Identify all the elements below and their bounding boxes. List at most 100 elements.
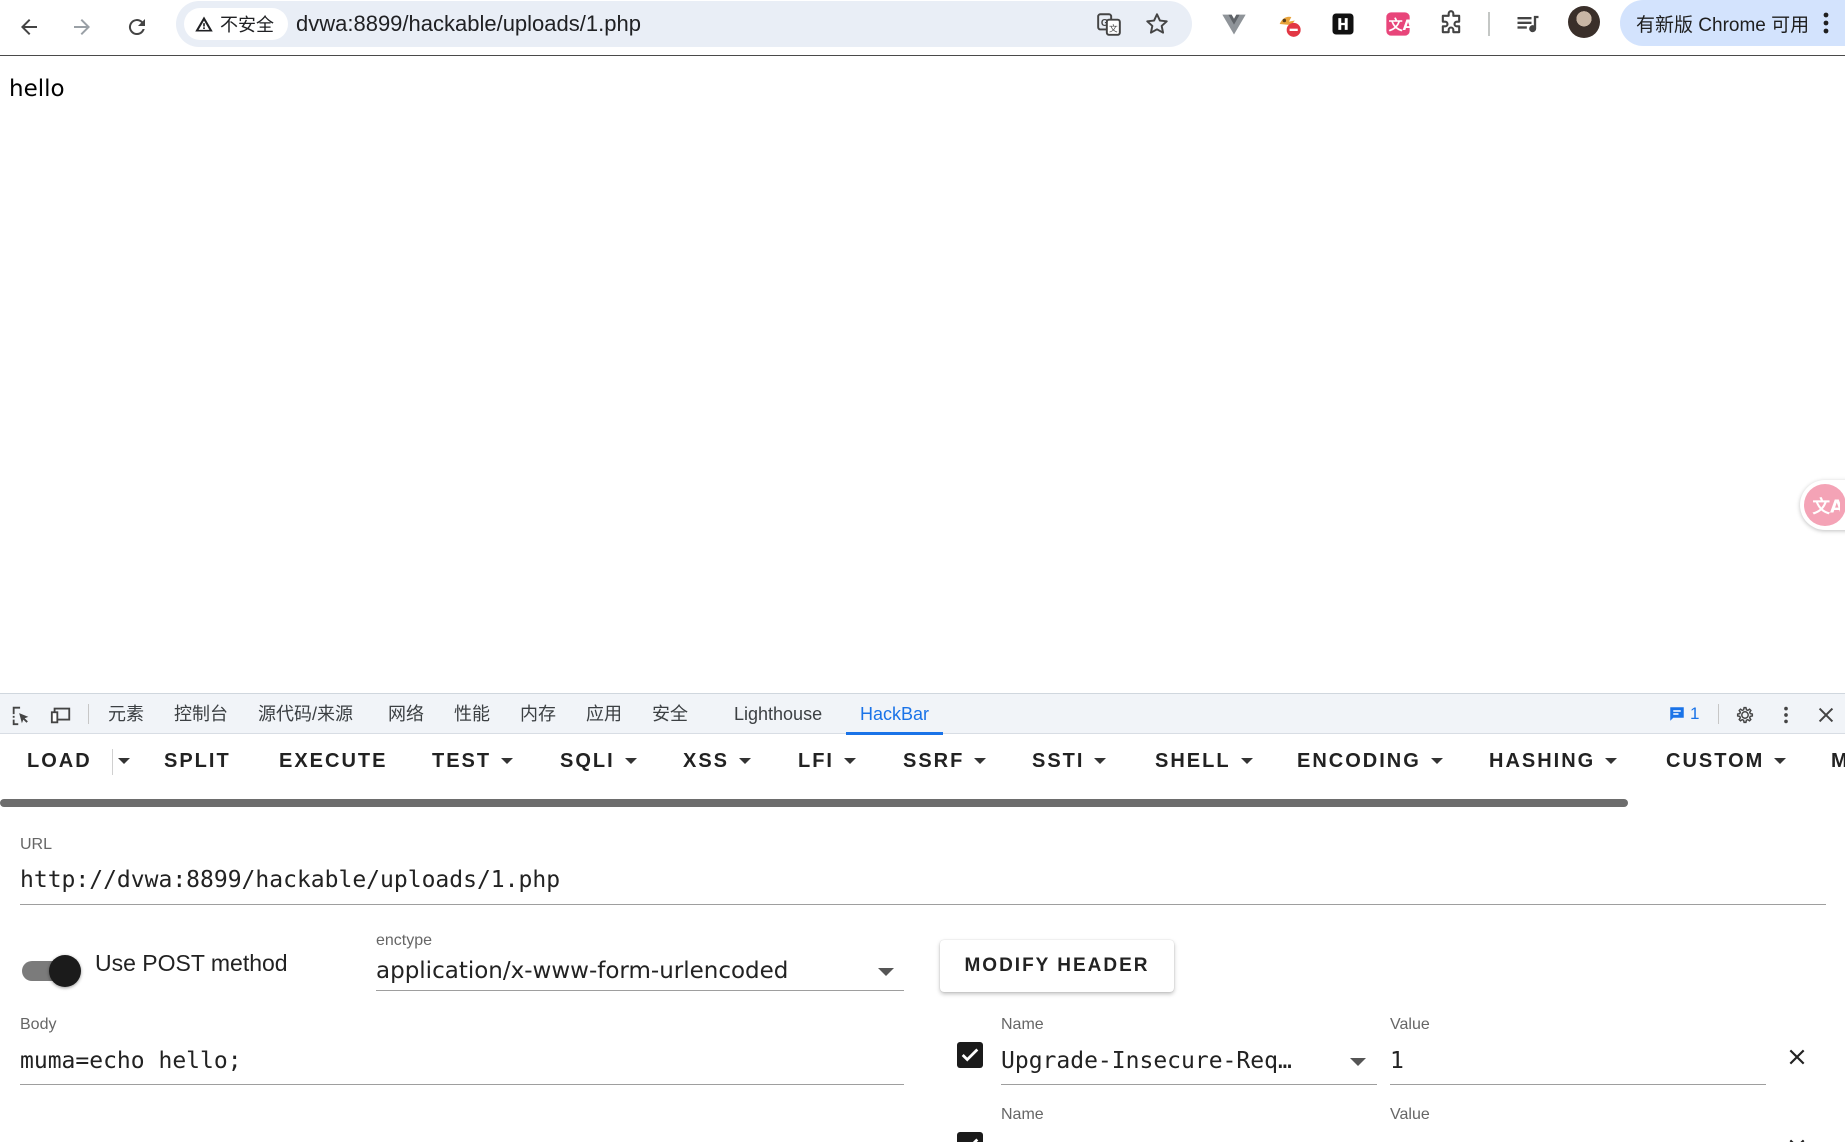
ssrf-menu[interactable]: SSRF xyxy=(903,743,987,779)
arrow-left-icon xyxy=(21,19,37,35)
caret-down-icon xyxy=(844,758,856,764)
tab-hackbar[interactable]: HackBar xyxy=(846,694,944,735)
enctype-dropdown-icon[interactable] xyxy=(878,968,894,976)
inspect-element-button[interactable] xyxy=(8,702,34,728)
security-label: 不安全 xyxy=(220,15,274,35)
back-button[interactable] xyxy=(8,6,50,48)
address-bar[interactable]: 不安全 dvwa:8899/hackable/uploads/1.php G文 xyxy=(176,1,1192,47)
url-text: dvwa:8899/hackable/uploads/1.php xyxy=(296,11,641,36)
issues-count: 1 xyxy=(1690,704,1700,723)
security-indicator[interactable]: 不安全 xyxy=(184,8,288,40)
remove-header-button[interactable] xyxy=(1784,1044,1810,1070)
caret-down-icon xyxy=(739,758,752,764)
devtools-settings-button[interactable] xyxy=(1732,702,1758,728)
forward-button[interactable] xyxy=(61,6,103,48)
google-translate-icon: G文 xyxy=(1097,13,1121,36)
h-letter-icon xyxy=(1332,13,1354,35)
extensions-menu-button[interactable] xyxy=(1435,8,1467,40)
issues-counter[interactable]: 1 xyxy=(1668,703,1699,725)
custom-menu[interactable]: CUSTOM xyxy=(1666,743,1787,779)
load-dropdown-button[interactable] xyxy=(114,743,136,779)
more-menu[interactable]: M xyxy=(1831,743,1845,779)
header-value-input[interactable]: 1 xyxy=(1390,1048,1404,1074)
test-menu[interactable]: TEST xyxy=(432,743,514,779)
ssti-menu[interactable]: SSTI xyxy=(1032,743,1107,779)
tab-divider xyxy=(88,704,89,724)
xss-menu[interactable]: XSS xyxy=(683,743,752,779)
body-input-underline xyxy=(20,1084,904,1085)
tab-network[interactable]: 网络 xyxy=(388,694,424,735)
devtools-more-button[interactable] xyxy=(1773,702,1799,728)
reload-button[interactable] xyxy=(116,6,158,48)
post-method-label: Use POST method xyxy=(95,950,288,976)
chrome-update-button[interactable]: 有新版 Chrome 可用 xyxy=(1620,0,1845,46)
sqli-menu[interactable]: SQLI xyxy=(560,743,637,779)
caret-down-icon xyxy=(1605,758,1618,764)
tab-performance[interactable]: 性能 xyxy=(454,694,490,735)
tab-application[interactable]: 应用 xyxy=(586,694,622,735)
custom-label: CUSTOM xyxy=(1666,749,1765,772)
tab-console[interactable]: 控制台 xyxy=(174,694,228,735)
close-icon xyxy=(1789,1049,1805,1065)
checkmark-icon xyxy=(961,1048,979,1062)
svg-text:文A: 文A xyxy=(1389,17,1412,34)
tab-lighthouse[interactable]: Lighthouse xyxy=(734,694,822,735)
extension-h-button[interactable] xyxy=(1327,8,1359,40)
extension-vue-button[interactable] xyxy=(1218,8,1250,40)
floating-translate-button[interactable]: 文A xyxy=(1800,480,1845,530)
lfi-menu[interactable]: LFI xyxy=(798,743,856,779)
enctype-label: enctype xyxy=(376,932,433,949)
header-value-label: Value xyxy=(1390,1016,1430,1033)
tab-divider xyxy=(1718,704,1719,724)
remove-header-button[interactable] xyxy=(1784,1134,1810,1142)
close-icon xyxy=(1818,707,1834,723)
load-button[interactable]: LOAD xyxy=(27,743,92,779)
enctype-select[interactable]: application/x-www-form-urlencoded xyxy=(376,958,788,984)
extension-translate-button[interactable]: 文A xyxy=(1382,8,1414,40)
caret-down-icon xyxy=(1430,758,1443,764)
modify-header-button[interactable]: MODIFY HEADER xyxy=(940,940,1174,992)
more-label: M xyxy=(1831,749,1845,772)
ssti-label: SSTI xyxy=(1032,749,1085,772)
header-name-dropdown-icon[interactable] xyxy=(1350,1058,1366,1066)
queue-music-icon xyxy=(1517,15,1539,33)
header-value-underline xyxy=(1390,1084,1766,1085)
split-button[interactable]: SPLIT xyxy=(164,743,231,779)
post-method-toggle[interactable] xyxy=(22,952,82,988)
execute-label: EXECUTE xyxy=(279,749,388,772)
encoding-menu[interactable]: ENCODING xyxy=(1297,743,1443,779)
tab-memory[interactable]: 内存 xyxy=(520,694,556,735)
extension-disabled-button[interactable] xyxy=(1273,8,1305,40)
vue-devtools-icon xyxy=(1222,14,1246,35)
caret-down-icon xyxy=(501,758,514,764)
translate-page-button[interactable]: G文 xyxy=(1094,9,1124,39)
execute-button[interactable]: EXECUTE xyxy=(279,743,387,779)
extension-blocked-icon xyxy=(1279,16,1301,37)
close-icon xyxy=(1789,1139,1805,1142)
svg-text:文: 文 xyxy=(1109,23,1118,35)
menu-horizontal-scrollbar[interactable] xyxy=(0,799,1628,807)
tab-security[interactable]: 安全 xyxy=(652,694,688,735)
test-label: TEST xyxy=(432,749,492,772)
shell-menu[interactable]: SHELL xyxy=(1155,743,1253,779)
more-vertical-icon xyxy=(1823,12,1829,34)
lfi-label: LFI xyxy=(798,749,834,772)
devtools-close-button[interactable] xyxy=(1813,702,1839,728)
header-enabled-checkbox[interactable] xyxy=(957,1042,983,1068)
device-toolbar-button[interactable] xyxy=(48,702,74,728)
header-enabled-checkbox[interactable] xyxy=(957,1132,983,1142)
caret-down-icon xyxy=(1094,758,1107,764)
profile-avatar[interactable] xyxy=(1568,6,1600,38)
url-input[interactable]: http://dvwa:8899/hackable/uploads/1.php xyxy=(20,867,560,893)
tab-sources[interactable]: 源代码/来源 xyxy=(258,694,353,735)
body-input[interactable]: muma=echo hello; xyxy=(20,1048,242,1074)
hashing-label: HASHING xyxy=(1489,749,1596,772)
media-controls-button[interactable] xyxy=(1512,8,1544,40)
checkmark-icon xyxy=(972,1138,979,1142)
hashing-menu[interactable]: HASHING xyxy=(1489,743,1618,779)
body-field-label: Body xyxy=(20,1016,57,1033)
bookmark-star-button[interactable] xyxy=(1142,9,1172,39)
toolbar-divider xyxy=(1488,12,1490,36)
header-name-select[interactable]: Upgrade-Insecure-Req… xyxy=(1001,1048,1292,1074)
tab-elements[interactable]: 元素 xyxy=(108,694,144,735)
